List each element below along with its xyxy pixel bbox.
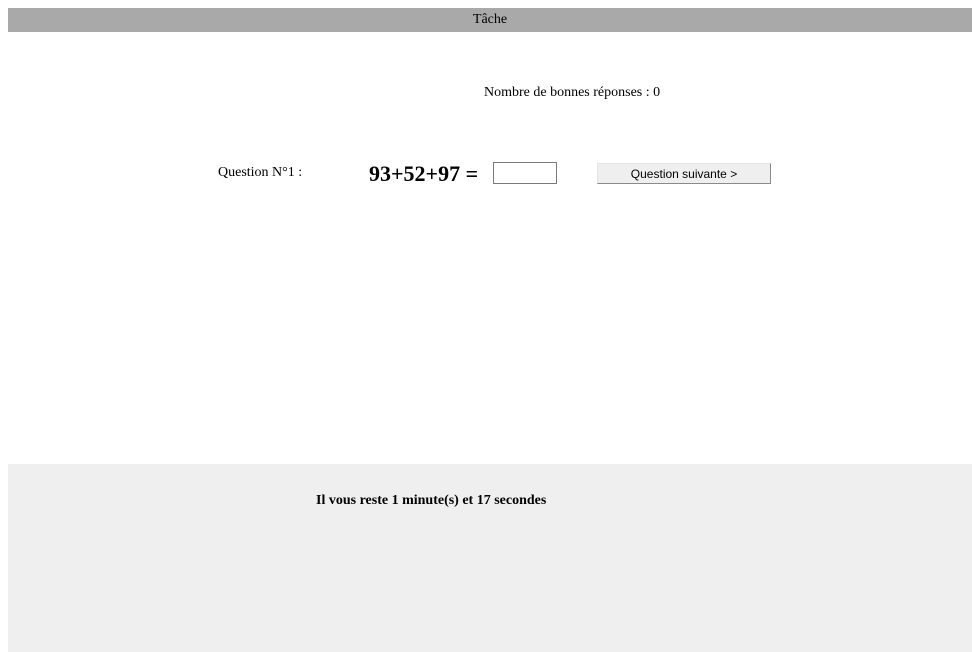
answer-input[interactable]	[493, 162, 557, 184]
title-bar: Tâche	[8, 8, 972, 32]
score-text: Nombre de bonnes réponses : 0	[484, 85, 661, 100]
page-title: Tâche	[472, 12, 508, 27]
timer-text: Il vous reste 1 minute(s) et 17 secondes	[316, 493, 547, 508]
next-question-button[interactable]: Question suivante >	[597, 163, 771, 184]
equation-text: 93+52+97 =	[369, 161, 479, 186]
task-page: Tâche Nombre de bonnes réponses : 0 Ques…	[0, 0, 972, 652]
question-row: Question N°1 : 93+52+97 = Question suiva…	[0, 160, 972, 190]
question-label: Question N°1 :	[218, 165, 303, 180]
footer-panel: Il vous reste 1 minute(s) et 17 secondes	[8, 464, 972, 652]
